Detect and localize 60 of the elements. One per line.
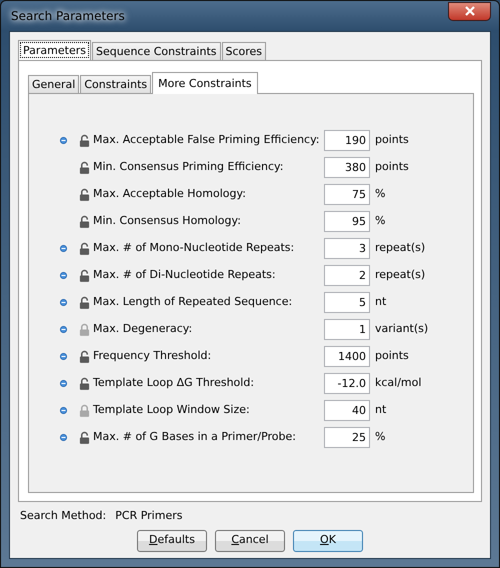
number-field[interactable]: 25	[324, 427, 370, 448]
lock-icon[interactable]	[79, 269, 90, 282]
unit-label: repeat(s)	[375, 267, 426, 284]
unit-label: nt	[375, 294, 386, 310]
unit-label: variant(s)	[375, 321, 428, 338]
close-icon	[464, 6, 476, 16]
lock-icon[interactable]	[79, 377, 90, 390]
parameter-label: Template Loop ΔG Threshold:	[93, 375, 256, 392]
parameter-label: Template Loop Window Size:	[93, 402, 251, 418]
dialog-button[interactable]: OK	[293, 530, 363, 552]
search-method-value: PCR Primers	[115, 508, 182, 524]
lock-icon[interactable]	[79, 134, 90, 147]
lock-icon[interactable]	[79, 188, 90, 201]
tab[interactable]: Parameters	[18, 40, 91, 60]
tab[interactable]: More Constraints	[152, 72, 258, 94]
parameter-label: Max. Length of Repeated Sequence:	[93, 294, 294, 310]
tab[interactable]: Scores	[222, 42, 266, 60]
lock-icon[interactable]	[79, 161, 90, 174]
number-field[interactable]: 380	[324, 157, 370, 178]
parameter-label: Max. # of Di-Nucleotide Repeats:	[93, 267, 277, 284]
number-field[interactable]: -12.0	[324, 373, 370, 394]
dialog-button[interactable]: Defaults	[137, 530, 207, 552]
number-field[interactable]: 5	[324, 292, 370, 313]
tab[interactable]: Sequence Constraints	[92, 42, 220, 60]
unit-label: points	[375, 159, 409, 176]
tab[interactable]: Constraints	[80, 75, 152, 93]
number-field[interactable]: 190	[324, 130, 370, 151]
parameter-label: Max. Acceptable Homology:	[93, 186, 247, 202]
dialog-button[interactable]: Cancel	[215, 530, 285, 552]
search-method-label: Search Method:	[20, 508, 106, 524]
lock-icon[interactable]	[79, 431, 90, 444]
unit-label: %	[375, 429, 386, 446]
parameter-label: Max. Degeneracy:	[93, 321, 194, 338]
unit-label: points	[375, 348, 409, 364]
unit-label: %	[375, 186, 386, 202]
number-field[interactable]: 40	[324, 400, 370, 421]
window-title: Search Parameters	[10, 8, 125, 25]
parameter-label: Min. Consensus Homology:	[93, 213, 242, 230]
number-field[interactable]: 95	[324, 211, 370, 232]
number-field[interactable]: 3	[324, 238, 370, 259]
parameter-label: Max. # of G Bases in a Primer/Probe:	[93, 429, 297, 446]
unit-label: kcal/mol	[375, 375, 422, 392]
lock-icon[interactable]	[79, 242, 90, 255]
number-field[interactable]: 75	[324, 184, 370, 205]
number-field[interactable]: 1400	[324, 346, 370, 367]
parameter-label: Frequency Threshold:	[93, 348, 212, 364]
unit-label: %	[375, 213, 386, 230]
lock-icon[interactable]	[79, 296, 90, 309]
parameter-label: Max. # of Mono-Nucleotide Repeats:	[93, 240, 296, 256]
lock-icon[interactable]	[79, 215, 90, 228]
unit-label: points	[375, 132, 409, 148]
parameter-label: Min. Consensus Priming Efficiency:	[93, 159, 284, 176]
close-button[interactable]	[448, 2, 491, 20]
tab[interactable]: General	[28, 75, 80, 93]
unit-label: nt	[375, 402, 386, 418]
lock-icon[interactable]	[79, 350, 90, 363]
unit-label: repeat(s)	[375, 240, 426, 256]
number-field[interactable]: 2	[324, 265, 370, 286]
parameter-label: Max. Acceptable False Priming Efficiency:	[93, 132, 321, 148]
number-field[interactable]: 1	[324, 319, 370, 340]
